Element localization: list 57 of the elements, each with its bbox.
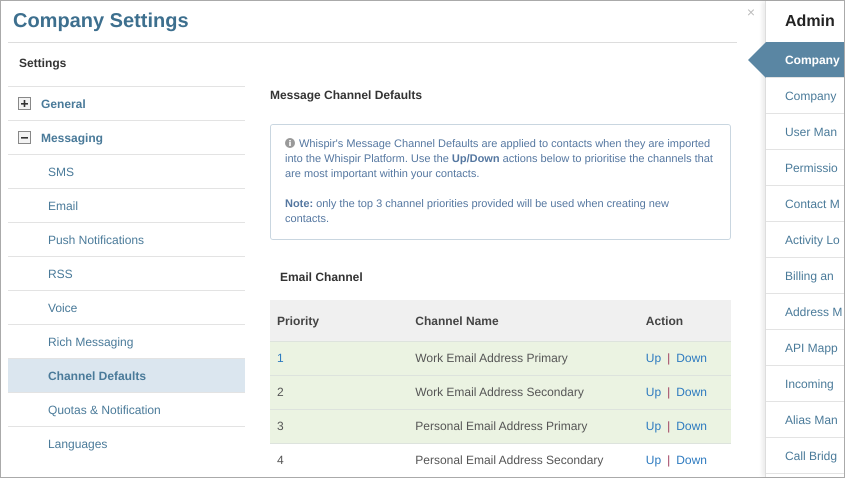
admin-menu-item[interactable]: API Mapp (766, 330, 844, 366)
sidebar-item[interactable]: SMS (8, 154, 245, 188)
admin-menu-item[interactable]: Call Bridg (766, 438, 844, 474)
sidebar-item[interactable]: Push Notifications (8, 222, 245, 256)
channel-cell: Personal Email Address Secondary (408, 444, 639, 477)
channel-cell: Work Email Address Secondary (408, 376, 639, 410)
admin-menu-item[interactable]: Address M (766, 294, 844, 330)
separator: | (667, 385, 670, 399)
group-label: Messaging (41, 130, 104, 144)
channel-heading: Email Channel (280, 270, 364, 284)
panel-title: Admin (784, 12, 836, 32)
priority-cell: 3 (270, 410, 408, 444)
up-link[interactable]: Up (646, 385, 662, 399)
priority-cell: 4 (270, 444, 408, 477)
up-link[interactable]: Up (646, 453, 662, 467)
down-link[interactable]: Down (676, 351, 707, 365)
group-label: General (41, 96, 86, 110)
separator: | (667, 453, 670, 467)
down-link[interactable]: Down (676, 419, 707, 433)
section-heading: Message Channel Defaults (270, 88, 424, 102)
priority-cell: 2 (270, 376, 408, 410)
up-link[interactable]: Up (646, 351, 662, 365)
sidebar-item[interactable]: Voice (8, 290, 245, 324)
column-header: Priority (270, 300, 408, 342)
up-link[interactable]: Up (646, 419, 662, 433)
note-text: Note: only the top 3 channel priorities provided will be used when creating new contacts. (285, 197, 670, 227)
priority-cell: 1 (270, 342, 408, 376)
sidebar-group[interactable]: General (8, 86, 245, 120)
admin-menu-item[interactable]: Activity Lo (766, 222, 844, 258)
admin-menu-item[interactable]: User Man (766, 114, 844, 150)
pointer-icon (748, 42, 766, 78)
admin-menu-item[interactable]: Contact M (766, 186, 844, 222)
sidebar-item[interactable]: Channel Defaults (8, 358, 245, 392)
sidebar-item[interactable]: RSS (8, 256, 245, 290)
column-header: Action (638, 300, 731, 342)
dialog-title: Company Settings (8, 1, 737, 43)
admin-menu-item[interactable]: Permissio (766, 150, 844, 186)
column-header: Channel Name (408, 300, 639, 342)
plus-icon[interactable] (18, 97, 31, 110)
admin-menu-item[interactable]: Company (766, 78, 844, 114)
down-link[interactable]: Down (676, 385, 707, 399)
info-text: Whispir's Message Channel Defaults are applied to contacts when they are imported into the Whispir Platform. Use the Up/Down actions below to prioritise the channels that are most important within your contacts. (285, 137, 714, 182)
admin-menu-item[interactable]: Incoming (766, 366, 844, 402)
separator: | (667, 419, 670, 433)
sidebar-heading: Settings (18, 55, 68, 72)
down-link[interactable]: Down (676, 453, 707, 467)
info-icon (285, 138, 295, 148)
minus-icon[interactable] (18, 131, 31, 144)
sidebar-group[interactable]: Messaging (8, 120, 245, 154)
separator: | (667, 351, 670, 365)
channel-cell: Personal Email Address Primary (408, 410, 639, 444)
admin-menu-item[interactable]: Alias Man (766, 402, 844, 438)
channel-cell: Work Email Address Primary (408, 342, 639, 376)
sidebar-item[interactable]: Email (8, 188, 245, 222)
admin-menu-item[interactable]: Billing an (766, 258, 844, 294)
sidebar-item[interactable]: Languages (8, 426, 245, 460)
sidebar-item[interactable]: Quotas & Notification (8, 392, 245, 426)
